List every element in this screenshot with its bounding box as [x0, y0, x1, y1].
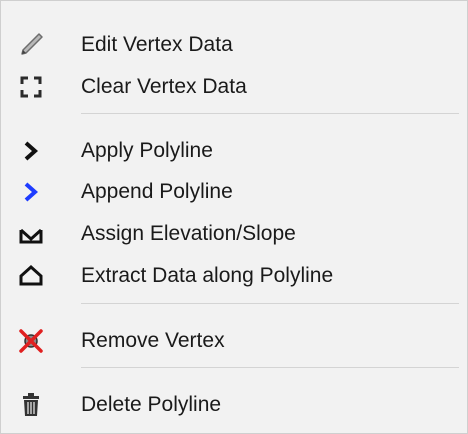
menu-separator — [81, 113, 459, 114]
menu-item-label: Remove Vertex — [81, 329, 225, 352]
menu-item-extract-data-along-polyline[interactable]: Extract Data along Polyline — [1, 256, 467, 296]
extract-profile-icon — [1, 256, 65, 296]
assign-elevation-icon — [1, 214, 65, 254]
menu-item-label: Edit Vertex Data — [81, 33, 233, 56]
chevron-right-icon — [1, 131, 65, 171]
selection-corners-icon — [1, 67, 65, 107]
menu-separator — [81, 367, 459, 368]
pencil-icon — [1, 25, 65, 65]
remove-vertex-icon — [1, 321, 65, 361]
menu-item-label: Delete Polyline — [81, 393, 222, 416]
menu-item-assign-elevation-slope[interactable]: Assign Elevation/Slope — [1, 214, 467, 254]
menu-item-label: Apply Polyline — [81, 139, 213, 162]
menu-item-label: Clear Vertex Data — [81, 75, 247, 98]
menu-item-label: Append Polyline — [81, 180, 233, 203]
menu-item-edit-vertex-data[interactable]: Edit Vertex Data — [1, 25, 467, 65]
trash-icon — [1, 385, 65, 425]
menu-item-label: Extract Data along Polyline — [81, 264, 334, 287]
menu-item-label: Assign Elevation/Slope — [81, 222, 296, 245]
menu-separator — [81, 303, 459, 304]
menu-item-remove-vertex[interactable]: Remove Vertex — [1, 321, 467, 361]
chevron-right-blue-icon — [1, 172, 65, 212]
menu-item-delete-polyline[interactable]: Delete Polyline — [1, 385, 467, 425]
menu-item-apply-polyline[interactable]: Apply Polyline — [1, 131, 467, 171]
context-menu: Edit Vertex Data Clear Vertex Data Apply… — [0, 0, 468, 434]
menu-item-append-polyline[interactable]: Append Polyline — [1, 172, 467, 212]
menu-item-clear-vertex-data[interactable]: Clear Vertex Data — [1, 67, 467, 107]
